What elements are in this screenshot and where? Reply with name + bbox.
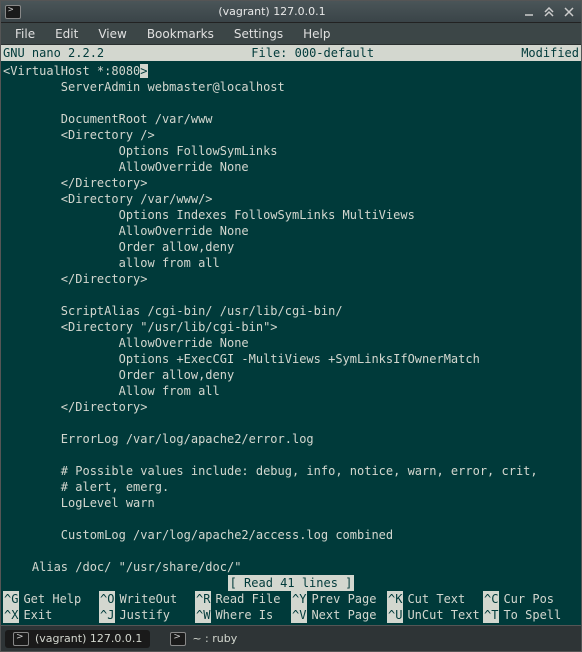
menu-help[interactable]: Help [293,25,340,43]
nano-help-key: ^O [99,591,115,607]
nano-version: GNU nano 2.2.2 [3,45,104,61]
nano-help-key: ^R [195,591,211,607]
nano-help-item: ^CCur Pos [483,591,579,607]
nano-help-label: Where Is [215,607,273,623]
nano-help-item: ^TTo Spell [483,607,579,623]
nano-help-key: ^Y [291,591,307,607]
nano-help-item: ^WWhere Is [195,607,291,623]
terminal-icon [5,5,21,19]
nano-help-label: Prev Page [311,591,376,607]
nano-help-label: Exit [23,607,52,623]
nano-help-item: ^XExit [3,607,99,623]
maximize-button[interactable] [541,4,557,20]
nano-help-key: ^C [483,591,499,607]
nano-help-item: ^YPrev Page [291,591,387,607]
nano-help-key: ^X [3,607,19,623]
nano-help-item: ^VNext Page [291,607,387,623]
taskbar-item-ruby[interactable]: ~ : ruby [162,630,245,648]
editor-text-pre: <VirtualHost *:8080 [3,64,140,78]
terminal-icon [170,632,186,646]
editor-cursor: > [140,64,147,78]
nano-help-item: ^UUnCut Text [387,607,483,623]
nano-help-key: ^W [195,607,211,623]
nano-file: File: 000-default [104,45,521,61]
terminal-icon [13,632,29,646]
taskbar-label: (vagrant) 127.0.0.1 [35,632,142,645]
editor-content[interactable]: <VirtualHost *:8080> ServerAdmin webmast… [1,61,581,575]
close-button[interactable] [561,4,577,20]
nano-help: ^GGet Help^OWriteOut^RRead File^YPrev Pa… [1,591,581,625]
nano-help-label: UnCut Text [407,607,479,623]
nano-help-label: Cut Text [407,591,465,607]
nano-help-label: Read File [215,591,280,607]
nano-help-item: ^RRead File [195,591,291,607]
window-titlebar: (vagrant) 127.0.0.1 [1,1,581,23]
nano-help-label: Next Page [311,607,376,623]
minimize-button[interactable] [521,4,537,20]
menu-view[interactable]: View [88,25,136,43]
menu-settings[interactable]: Settings [224,25,293,43]
menu-file[interactable]: File [5,25,45,43]
nano-help-item: ^KCut Text [387,591,483,607]
nano-header: GNU nano 2.2.2 File: 000-default Modifie… [1,45,581,61]
nano-help-key: ^G [3,591,19,607]
nano-help-key: ^K [387,591,403,607]
nano-help-key: ^V [291,607,307,623]
window-title: (vagrant) 127.0.0.1 [27,5,517,18]
taskbar-item-vagrant[interactable]: (vagrant) 127.0.0.1 [5,630,150,648]
nano-help-item: ^JJustify [99,607,195,623]
nano-help-key: ^U [387,607,403,623]
taskbar-label: ~ : ruby [192,632,237,645]
nano-help-label: Cur Pos [503,591,554,607]
terminal[interactable]: GNU nano 2.2.2 File: 000-default Modifie… [1,45,581,625]
nano-help-key: ^T [483,607,499,623]
nano-help-label: WriteOut [119,591,177,607]
menu-edit[interactable]: Edit [45,25,88,43]
nano-help-label: To Spell [503,607,561,623]
nano-help-item: ^OWriteOut [99,591,195,607]
menubar: File Edit View Bookmarks Settings Help [1,23,581,45]
nano-help-key: ^J [99,607,115,623]
nano-modified: Modified [521,45,579,61]
editor-text-post: ServerAdmin webmaster@localhost Document… [3,80,538,575]
nano-status-row: [ Read 41 lines ] [1,575,581,591]
nano-help-label: Justify [119,607,170,623]
menu-bookmarks[interactable]: Bookmarks [137,25,224,43]
nano-status: [ Read 41 lines ] [228,575,355,591]
nano-help-label: Get Help [23,591,81,607]
nano-help-item: ^GGet Help [3,591,99,607]
taskbar: (vagrant) 127.0.0.1 ~ : ruby [1,625,581,651]
